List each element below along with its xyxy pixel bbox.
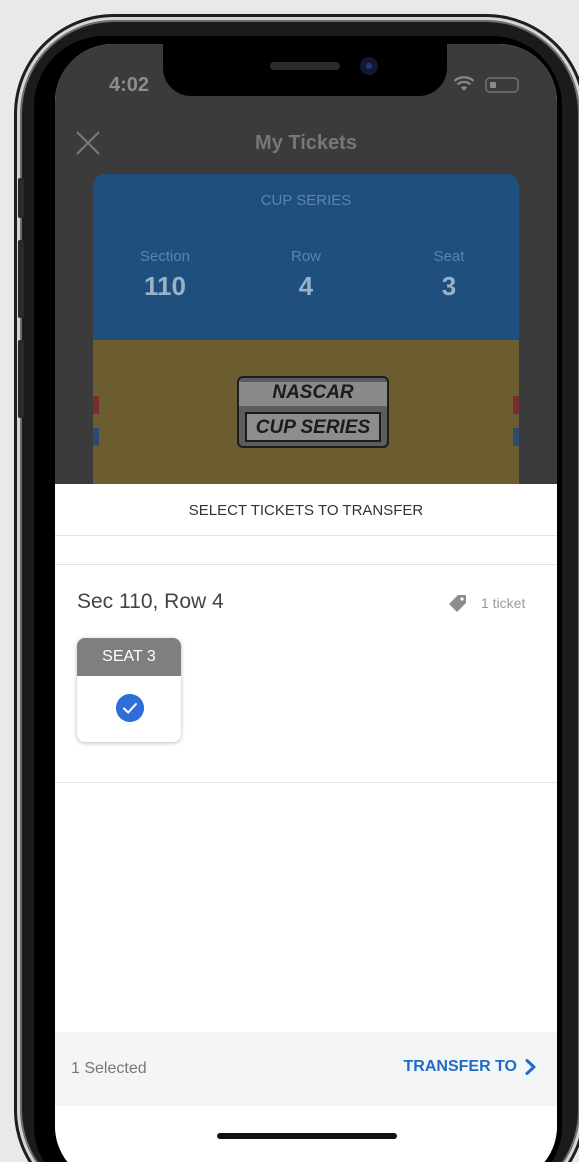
stripe-decoration	[513, 428, 519, 446]
series-name: CUP SERIES	[260, 192, 352, 209]
nav-bar: My Tickets	[55, 120, 557, 172]
seat-info: Seat 3	[389, 248, 509, 302]
logo-text-nascar: NASCAR	[239, 382, 387, 406]
transfer-to-button[interactable]: TRANSFER TO	[404, 1058, 537, 1076]
row-value: 4	[298, 271, 314, 301]
seat-tile-label: SEAT 3	[77, 638, 181, 676]
ticket-count-label: 1 ticket	[481, 595, 526, 611]
background-dimmed-view: 4:02 My Tickets CUP SERIES Section 110 R…	[55, 44, 557, 484]
section-separator	[55, 537, 557, 565]
stripe-decoration	[93, 428, 99, 446]
seat-tile[interactable]: SEAT 3	[77, 638, 181, 742]
footer-bar: 1 Selected TRANSFER TO	[55, 1032, 557, 1106]
stripe-decoration	[513, 396, 519, 414]
transfer-sheet: SELECT TICKETS TO TRANSFER Sec 110, Row …	[55, 484, 557, 1162]
logo-text-cup-series: CUP SERIES	[245, 412, 381, 442]
section-label: Section	[139, 248, 191, 265]
ticket-artwork: NASCAR CUP SERIES	[93, 340, 519, 484]
seat-group-label: Sec 110, Row 4	[77, 590, 224, 613]
nascar-logo: NASCAR CUP SERIES	[237, 376, 389, 448]
status-time: 4:02	[109, 74, 150, 96]
sheet-header: SELECT TICKETS TO TRANSFER	[55, 484, 557, 536]
sheet-title: SELECT TICKETS TO TRANSFER	[188, 502, 424, 519]
ticket-count: 1 ticket	[449, 594, 525, 612]
mute-switch	[18, 178, 24, 218]
chevron-right-icon	[525, 1059, 536, 1075]
ticket-info-panel: CUP SERIES Section 110 Row 4 Seat 3	[93, 174, 519, 340]
ticket-card: CUP SERIES Section 110 Row 4 Seat 3 NASC…	[93, 174, 519, 484]
divider	[55, 782, 557, 783]
volume-down-button	[18, 340, 24, 418]
checkmark-selected-icon[interactable]	[116, 694, 144, 722]
selected-count: 1 Selected	[71, 1060, 147, 1077]
volume-up-button	[18, 240, 24, 318]
transfer-to-label: TRANSFER TO	[403, 1058, 517, 1075]
seat-value: 3	[441, 271, 457, 301]
stripe-decoration	[93, 396, 99, 414]
speaker-grille	[270, 62, 340, 70]
wifi-icon	[453, 76, 475, 91]
phone-screen: 4:02 My Tickets CUP SERIES Section 110 R…	[55, 44, 557, 1162]
page-title: My Tickets	[255, 132, 357, 154]
seat-label: Seat	[433, 248, 465, 265]
ticket-tag-icon	[449, 595, 466, 612]
row-info: Row 4	[246, 248, 366, 302]
battery-icon	[485, 77, 519, 93]
notch	[163, 44, 447, 96]
home-indicator[interactable]	[217, 1133, 397, 1139]
section-info: Section 110	[105, 248, 225, 302]
camera-icon	[360, 57, 378, 75]
row-label: Row	[290, 248, 321, 265]
status-bar: 4:02	[55, 44, 557, 112]
section-value: 110	[144, 271, 186, 301]
